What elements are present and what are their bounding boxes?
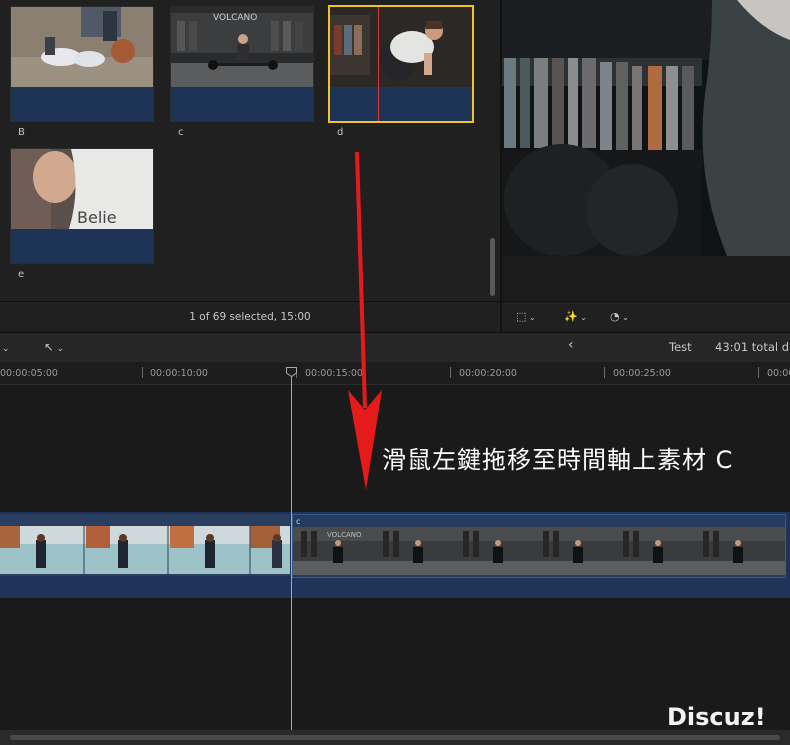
playhead-handle[interactable]: [286, 367, 297, 377]
crop-icon: ⬚: [516, 310, 527, 323]
ruler-tick-label: 00:00:20:00: [459, 368, 517, 379]
playhead[interactable]: [291, 368, 292, 730]
browser-status-bar: 1 of 69 selected, 15:00: [0, 301, 500, 333]
clip-label-e: e: [18, 269, 25, 280]
chevron-down-icon: ⌄: [577, 313, 587, 322]
viewer-frame: [502, 0, 790, 256]
viewer: [502, 0, 790, 256]
gym-filmstrip: VOLCANO c: [293, 515, 785, 577]
clip-appearance-button[interactable]: ⌄: [2, 340, 10, 354]
clip-thumbnail-d[interactable]: [328, 5, 474, 123]
clip-c-image: VOLCANO: [171, 7, 313, 87]
instruction-text: 滑鼠左鍵拖移至時間軸上素材 C: [382, 446, 734, 474]
chevron-left-icon: ‹: [568, 337, 574, 353]
selection-count: 1 of 69 selected, 15:00: [189, 311, 311, 323]
ruler-tick: [450, 367, 451, 378]
ruler-tick-label: 00:00:25:00: [613, 368, 671, 379]
select-tool-button[interactable]: ↖ ⌄: [44, 340, 64, 354]
speedometer-icon: ◔: [610, 310, 620, 323]
retime-button[interactable]: ◔ ⌄: [610, 310, 629, 323]
clip-thumbnail-b[interactable]: [10, 6, 154, 122]
pointer-icon: ↖: [44, 340, 54, 354]
viewer-toolbar: ⬚ ⌄ ✨ ⌄ ◔ ⌄: [502, 301, 790, 333]
clip-b-image: [11, 7, 153, 87]
clip-label-d: d: [337, 127, 344, 138]
enhance-button[interactable]: ✨ ⌄: [564, 310, 587, 323]
total-duration: 43:01 total d: [715, 340, 790, 354]
ruler-tick-label: 00:00:3: [767, 368, 790, 379]
thumb-sign-text: VOLCANO: [213, 13, 257, 23]
clip-thumb-sign: VOLCANO: [327, 531, 362, 539]
clip-thumbnail-c[interactable]: VOLCANO: [170, 6, 314, 122]
chevron-down-icon: ⌄: [526, 313, 536, 322]
magic-wand-icon: ✨: [564, 310, 578, 323]
clip-e-image: Belie: [11, 149, 153, 229]
timeline-scrollbar[interactable]: [10, 735, 780, 740]
watermark-logo: Discuz!: [667, 703, 766, 731]
media-browser: B VOLCANO c d Belie e: [0, 0, 500, 332]
browser-scrollbar[interactable]: [490, 238, 495, 296]
basketball-filmstrip: [0, 514, 290, 576]
clip-marker-label: c: [296, 517, 300, 526]
clip-d-image: [330, 7, 472, 87]
ruler-tick-label: 00:00:05:00: [0, 368, 58, 379]
crop-button[interactable]: ⬚ ⌄: [516, 310, 536, 323]
ruler-tick: [604, 367, 605, 378]
ruler-tick: [758, 367, 759, 378]
timeline-clip-c[interactable]: VOLCANO c: [292, 514, 786, 578]
timeline-clip-basketball[interactable]: [0, 514, 290, 576]
ruler-tick-label: 00:00:10:00: [150, 368, 208, 379]
chevron-down-icon: ⌄: [619, 313, 629, 322]
skimmer-line: [378, 7, 379, 121]
timeline-toolbar: ⌄ ↖ ⌄ ‹ Test 43:01 total d: [0, 332, 790, 364]
clip-label-b: B: [18, 127, 25, 138]
project-name: Test: [669, 340, 692, 354]
chevron-down-icon: ⌄: [2, 344, 10, 354]
chevron-down-icon: ⌄: [53, 344, 65, 354]
timeline-ruler[interactable]: 00:00:05:00 00:00:10:00 00:00:15:00 00:0…: [0, 362, 790, 385]
ruler-tick: [142, 367, 143, 378]
clip-thumbnail-e[interactable]: Belie: [10, 148, 154, 264]
back-button[interactable]: ‹: [568, 337, 574, 353]
shirt-text: Belie: [77, 208, 117, 227]
clip-label-c: c: [178, 127, 184, 138]
